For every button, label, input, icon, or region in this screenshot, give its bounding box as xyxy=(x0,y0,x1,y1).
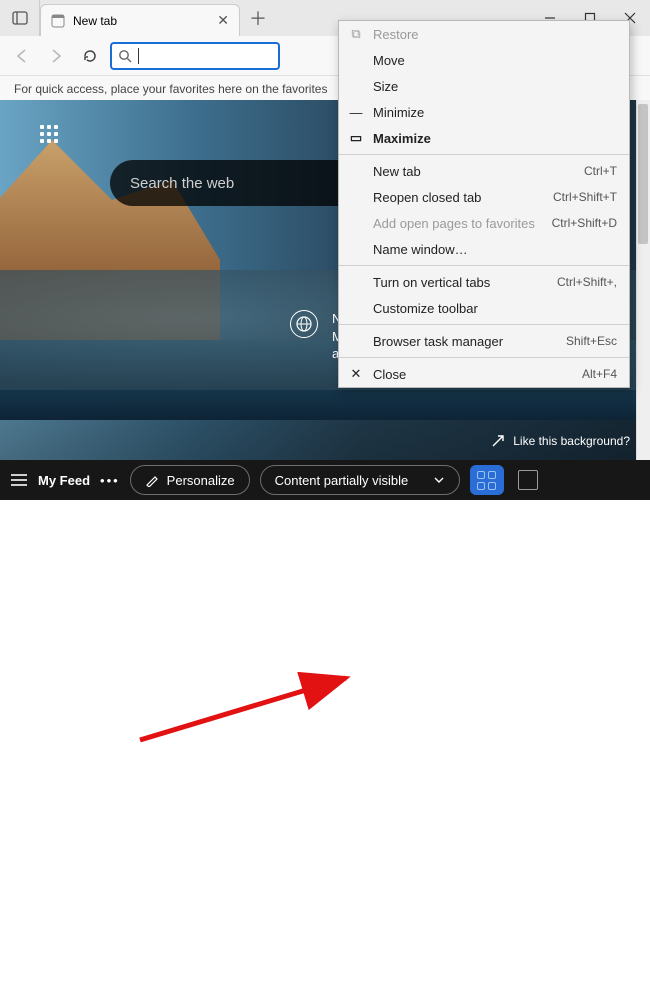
feed-more-button[interactable]: ••• xyxy=(100,473,120,488)
personalize-button[interactable]: Personalize xyxy=(130,465,250,495)
menu-maximize[interactable]: ▭Maximize xyxy=(339,125,629,151)
menu-reopen-closed-tab[interactable]: Reopen closed tabCtrl+Shift+T xyxy=(339,184,629,210)
text-caret xyxy=(138,48,139,64)
expand-icon xyxy=(491,434,505,448)
titlebar-context-menu: ⧉Restore Move Size —Minimize ▭Maximize N… xyxy=(338,20,630,388)
vertical-scrollbar[interactable] xyxy=(636,100,650,460)
menu-vertical-tabs[interactable]: Turn on vertical tabsCtrl+Shift+, xyxy=(339,269,629,295)
feed-bar: My Feed ••• Personalize Content partiall… xyxy=(0,460,650,500)
hamburger-icon[interactable] xyxy=(10,473,28,487)
menu-new-tab[interactable]: New tabCtrl+T xyxy=(339,158,629,184)
menu-add-pages-favorites: Add open pages to favoritesCtrl+Shift+D xyxy=(339,210,629,236)
address-bar[interactable] xyxy=(110,42,280,70)
feed-label: My Feed xyxy=(38,473,90,488)
like-background-label: Like this background? xyxy=(513,434,630,448)
restore-icon: ⧉ xyxy=(349,26,363,42)
tab-favicon-icon xyxy=(51,14,65,28)
tab-title: New tab xyxy=(73,14,117,28)
menu-customize-toolbar[interactable]: Customize toolbar xyxy=(339,295,629,321)
tab-close-button[interactable]: ✕ xyxy=(217,12,229,29)
annotation-arrow xyxy=(0,500,650,1000)
single-layout-button[interactable] xyxy=(518,470,538,490)
personalize-label: Personalize xyxy=(167,473,235,488)
web-search-placeholder: Search the web xyxy=(130,175,234,192)
like-background-button[interactable]: Like this background? xyxy=(491,434,630,448)
menu-name-window[interactable]: Name window… xyxy=(339,236,629,262)
menu-move[interactable]: Move xyxy=(339,47,629,73)
pencil-icon xyxy=(145,473,159,487)
menu-restore: ⧉Restore xyxy=(339,21,629,47)
search-icon xyxy=(118,49,132,63)
refresh-button[interactable] xyxy=(76,42,104,70)
forward-button[interactable] xyxy=(42,42,70,70)
tab-actions-icon xyxy=(12,11,28,25)
layout-select[interactable]: Content partially visible xyxy=(260,465,460,495)
minimize-icon: — xyxy=(349,105,363,120)
globe-icon xyxy=(290,310,318,338)
refresh-icon xyxy=(81,47,99,65)
arrow-left-icon xyxy=(13,47,31,65)
menu-size[interactable]: Size xyxy=(339,73,629,99)
menu-minimize[interactable]: —Minimize xyxy=(339,99,629,125)
new-tab-button[interactable]: ＋ xyxy=(244,5,272,31)
grid-layout-button[interactable] xyxy=(470,465,504,495)
scrollbar-thumb[interactable] xyxy=(638,104,648,244)
layout-select-value: Content partially visible xyxy=(275,473,409,488)
menu-close[interactable]: ✕CloseAlt+F4 xyxy=(339,361,629,387)
tab-actions-button[interactable] xyxy=(0,0,40,36)
close-icon: ✕ xyxy=(349,366,363,382)
app-launcher-button[interactable] xyxy=(40,125,58,143)
back-button[interactable] xyxy=(8,42,36,70)
tab-new-tab[interactable]: New tab ✕ xyxy=(40,4,240,36)
arrow-right-icon xyxy=(47,47,65,65)
menu-task-manager[interactable]: Browser task managerShift+Esc xyxy=(339,328,629,354)
maximize-icon: ▭ xyxy=(349,130,363,146)
chevron-down-icon xyxy=(433,474,445,486)
